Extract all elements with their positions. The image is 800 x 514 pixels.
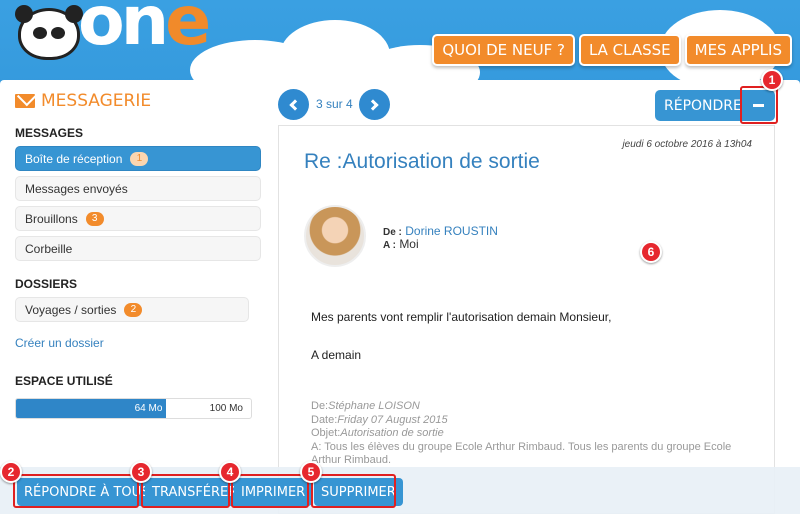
sidebar-item-sent[interactable]: Messages envoyés [15, 176, 261, 201]
message-paragraph: A demain [311, 348, 362, 362]
previous-message-button[interactable] [278, 89, 309, 120]
messages-heading: MESSAGES [15, 126, 84, 140]
folder-count-badge: 2 [124, 302, 143, 317]
quota-used-value: 64 Mo [134, 403, 163, 414]
logo-text: one [78, 0, 211, 61]
nav-mes-applis[interactable]: MES APPLIS [684, 34, 792, 66]
annotation-marker-6: 6 [640, 241, 662, 263]
delete-button[interactable]: SUPPRIMER [314, 478, 403, 506]
from-line: De : Dorine ROUSTIN [383, 224, 498, 238]
message-subject: Re :Autorisation de sortie [304, 150, 540, 173]
to-line: A : Moi [383, 237, 419, 251]
sidebar-item-inbox[interactable]: Boîte de réception 1 [15, 146, 261, 171]
chevron-right-icon [367, 98, 379, 111]
quote-date-label: Date: [311, 413, 338, 426]
chevron-left-icon [289, 98, 301, 111]
recipient-name: Moi [399, 237, 419, 251]
messagerie-label: MESSAGERIE [41, 91, 152, 111]
to-label: A : [383, 240, 396, 251]
main-panel: MESSAGERIE MESSAGES Boîte de réception 1… [0, 80, 800, 514]
drafts-count-badge: 3 [85, 211, 104, 226]
envelope-icon [15, 94, 35, 108]
annotation-marker-5: 5 [300, 461, 322, 483]
space-used-heading: ESPACE UTILISÉ [15, 374, 113, 388]
sidebar-item-trash[interactable]: Corbeille [15, 236, 261, 261]
sidebar-item-label: Boîte de réception [25, 151, 123, 166]
annotation-marker-2: 2 [0, 461, 22, 483]
sidebar-item-label: Messages envoyés [25, 181, 128, 196]
nav-quoi-de-neuf[interactable]: QUOI DE NEUF ? [432, 34, 575, 66]
panda-logo-icon [15, 5, 83, 60]
quote-from: Stéphane LOISON [328, 400, 420, 412]
annotation-marker-1: 1 [761, 69, 783, 91]
sender-name-link[interactable]: Dorine ROUSTIN [405, 224, 498, 238]
sidebar-item-label: Corbeille [25, 241, 73, 256]
print-button[interactable]: IMPRIMER [234, 478, 313, 506]
minus-icon [753, 104, 764, 107]
messagerie-title: MESSAGERIE [15, 90, 265, 112]
nav-la-classe[interactable]: LA CLASSE [578, 34, 681, 66]
create-folder-link[interactable]: Créer un dossier [15, 336, 265, 350]
unread-count-badge: 1 [130, 151, 149, 166]
sidebar-item-drafts[interactable]: Brouillons 3 [15, 206, 261, 231]
folders-heading: DOSSIERS [15, 277, 78, 291]
message-view: jeudi 6 octobre 2016 à 13h04 Re :Autoris… [278, 125, 775, 514]
quote-subject: Autorisation de sortie [340, 427, 444, 439]
annotation-marker-3: 3 [130, 461, 152, 483]
message-body: Mes parents vont remplir l'autorisation … [311, 310, 611, 386]
sidebar-folder-voyages[interactable]: Voyages / sorties 2 [15, 297, 249, 322]
one-logo[interactable]: one [15, 0, 211, 72]
sender-avatar [304, 205, 366, 267]
reply-button[interactable]: RÉPONDRE [655, 90, 751, 121]
next-message-button[interactable] [359, 89, 390, 120]
reply-all-button[interactable]: RÉPONDRE À TOUS [17, 478, 157, 506]
storage-quota-bar: 64 Mo 100 Mo [15, 398, 252, 419]
folder-label: Voyages / sorties [25, 302, 117, 317]
annotation-marker-4: 4 [219, 461, 241, 483]
quota-total-value: 100 Mo [209, 403, 243, 414]
sidebar-item-label: Brouillons [25, 211, 78, 226]
message-paragraph: Mes parents vont remplir l'autorisation … [311, 310, 612, 324]
top-navigation: QUOI DE NEUF ? LA CLASSE MES APPLIS [432, 34, 792, 66]
quote-subject-label: Objet: [311, 427, 341, 439]
quote-from-label: De: [311, 400, 329, 412]
quote-recipients: A: Tous les élèves du groupe Ecole Arthu… [311, 440, 732, 467]
quoted-message: De:Stéphane LOISON Date:Friday 07 August… [311, 400, 751, 468]
message-date: jeudi 6 octobre 2016 à 13h04 [622, 139, 752, 150]
collapse-button[interactable] [742, 90, 775, 121]
pager-position: 3 sur 4 [316, 97, 353, 111]
sidebar: MESSAGERIE MESSAGES Boîte de réception 1… [15, 90, 265, 419]
quote-date: Friday 07 August 2015 [337, 413, 448, 426]
